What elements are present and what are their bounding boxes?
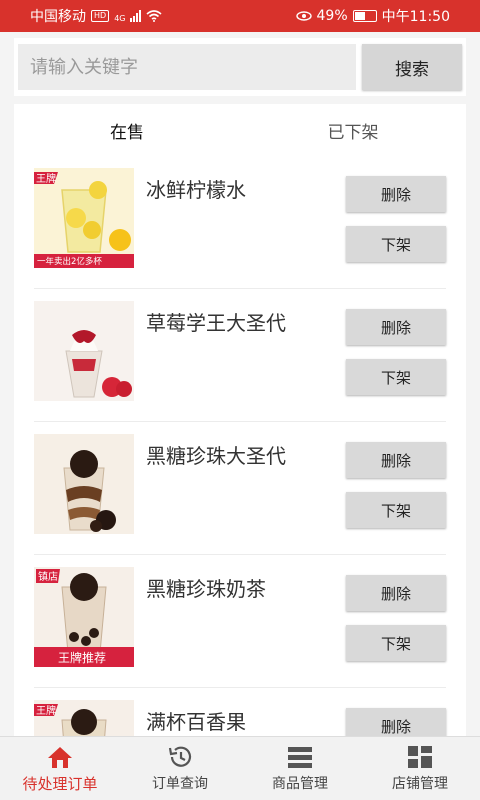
network-type: 4G [114, 14, 126, 23]
product-image: 王牌 [34, 700, 134, 736]
search-button[interactable]: 搜索 [362, 44, 462, 90]
delete-button[interactable]: 删除 [346, 442, 446, 478]
take-off-shelf-button[interactable]: 下架 [346, 226, 446, 262]
hd-badge: HD [91, 10, 110, 22]
tab-on-sale[interactable]: 在售 [14, 118, 240, 143]
product-image: 镇店 王牌推荐 [34, 567, 134, 667]
nav-product-management[interactable]: 商品管理 [240, 737, 360, 800]
product-image [34, 434, 134, 534]
tab-off-shelf[interactable]: 已下架 [240, 118, 466, 143]
take-off-shelf-button[interactable]: 下架 [346, 492, 446, 528]
battery-icon [352, 10, 377, 22]
search-input[interactable] [18, 44, 356, 90]
delete-button[interactable]: 删除 [346, 176, 446, 212]
product-name: 满杯百香果 [146, 710, 246, 734]
product-banner: 王牌推荐 [58, 651, 106, 665]
product-badge: 王牌 [36, 172, 56, 185]
list-item: 王牌 满杯百香果 删除 下架 [34, 688, 446, 736]
product-badge: 镇店 [38, 570, 58, 583]
list-item: 草莓学王大圣代 删除 下架 [34, 289, 446, 422]
list-item: 黑糖珍珠大圣代 删除 下架 [34, 422, 446, 555]
history-icon [168, 746, 192, 767]
product-list: 王牌 一年卖出2亿多杯 冰鲜柠檬水 删除 下架 草莓学王大圣代 删除 下架 黑糖… [14, 156, 466, 736]
product-image: 王牌 一年卖出2亿多杯 [34, 168, 134, 268]
bottom-nav: 待处理订单 订单查询 商品管理 店铺管理 [0, 736, 480, 800]
list-item: 王牌 一年卖出2亿多杯 冰鲜柠檬水 删除 下架 [34, 156, 446, 289]
grid-icon [408, 746, 432, 768]
product-banner: 一年卖出2亿多杯 [37, 256, 102, 267]
signal-icon [130, 10, 142, 22]
product-name: 黑糖珍珠奶茶 [146, 577, 266, 601]
take-off-shelf-button[interactable]: 下架 [346, 359, 446, 395]
delete-button[interactable]: 删除 [346, 309, 446, 345]
nav-order-query[interactable]: 订单查询 [120, 737, 240, 800]
product-name: 冰鲜柠檬水 [146, 178, 246, 202]
nav-pending-orders[interactable]: 待处理订单 [0, 737, 120, 800]
nav-label: 待处理订单 [22, 775, 98, 793]
nav-label: 店铺管理 [392, 776, 448, 792]
product-name: 草莓学王大圣代 [146, 311, 286, 335]
status-left: 中国移动 HD 4G [30, 6, 163, 26]
status-tabs: 在售 已下架 [14, 104, 466, 156]
nav-label: 订单查询 [152, 776, 208, 792]
list-icon [288, 747, 312, 768]
nav-store-management[interactable]: 店铺管理 [360, 737, 480, 800]
search-bar: 搜索 [14, 38, 466, 96]
product-image [34, 301, 134, 401]
product-name: 黑糖珍珠大圣代 [146, 444, 286, 468]
take-off-shelf-button[interactable]: 下架 [346, 625, 446, 661]
carrier-label: 中国移动 [30, 9, 86, 25]
delete-button[interactable]: 删除 [346, 708, 446, 736]
product-badge: 王牌 [36, 704, 56, 717]
clock: 中午11:50 [381, 9, 450, 25]
delete-button[interactable]: 删除 [346, 575, 446, 611]
status-bar: 中国移动 HD 4G 49% 中午11:50 [0, 0, 480, 32]
home-icon [48, 747, 72, 768]
list-item: 镇店 王牌推荐 黑糖珍珠奶茶 删除 下架 [34, 555, 446, 688]
eye-icon [295, 11, 312, 21]
battery-percent: 49% [316, 8, 348, 24]
status-right: 49% 中午11:50 [295, 6, 450, 26]
wifi-icon [146, 10, 163, 22]
nav-label: 商品管理 [272, 776, 328, 792]
